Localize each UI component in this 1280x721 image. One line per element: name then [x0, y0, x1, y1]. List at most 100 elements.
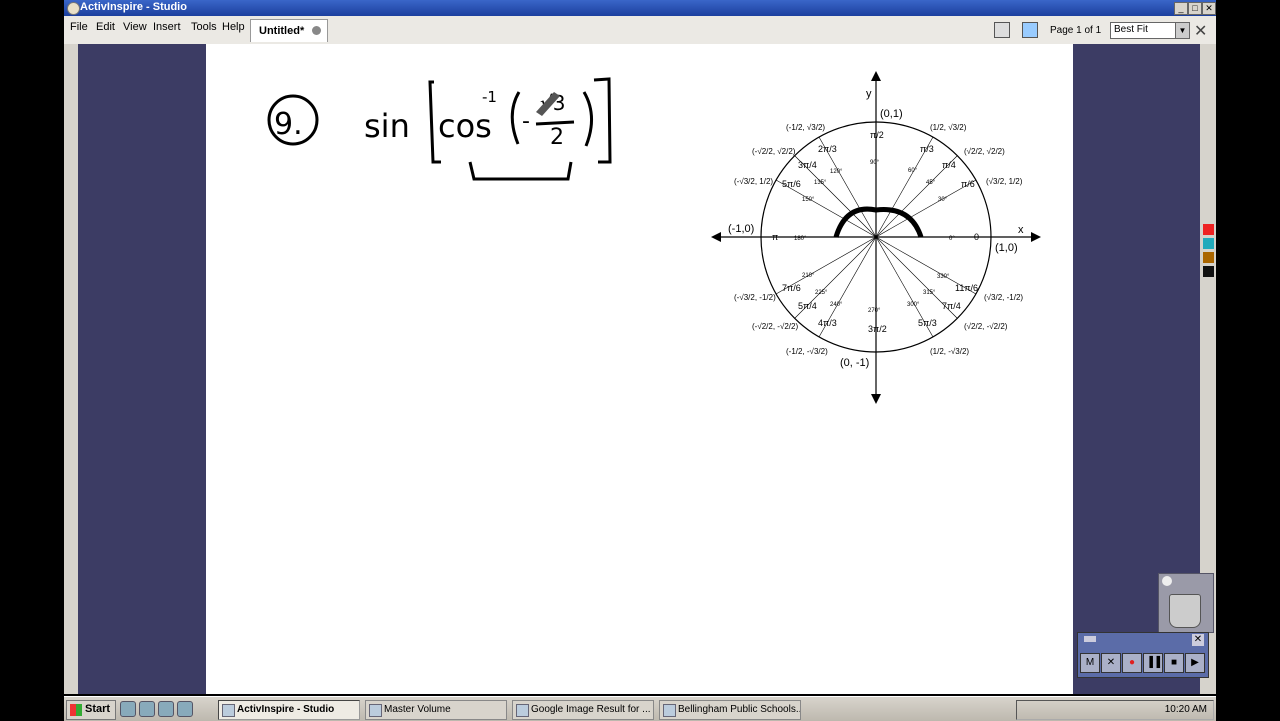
swatch-brown[interactable] [1203, 252, 1214, 263]
coord-label: (-√2/2, √2/2) [752, 147, 796, 156]
deg-label: 60° [908, 168, 918, 174]
stop-button[interactable]: ■ [1164, 653, 1184, 673]
left-scroll-strip[interactable] [64, 44, 78, 694]
deg-label: 330° [937, 274, 950, 280]
coord-label: (-√2/2, -√2/2) [752, 322, 798, 331]
canvas-drawing: 9. sin cos -1 - √3 2 y x [267, 71, 1041, 404]
close-button[interactable]: ✕ [1202, 2, 1216, 15]
menu-bar: File Edit View Insert Tools Help Untitle… [64, 16, 1216, 45]
recorder-close-icon[interactable]: ✕ [1192, 634, 1204, 646]
exponent-text: -1 [482, 88, 497, 106]
ie-icon[interactable] [120, 701, 136, 717]
task-master-volume[interactable]: Master Volume [365, 700, 507, 720]
rad-label: 3π/4 [798, 160, 817, 170]
windows-logo-icon [70, 704, 82, 716]
deg-label: 30° [938, 197, 948, 203]
denominator-text: 2 [550, 125, 564, 150]
trash-panel [1158, 573, 1214, 633]
menu-view[interactable]: View [123, 21, 147, 33]
left-pane [78, 44, 206, 694]
rad-label: 4π/3 [818, 318, 837, 328]
panel-grip-icon[interactable] [1084, 636, 1096, 642]
recorder-menu-button[interactable]: M [1080, 653, 1100, 673]
minimize-button[interactable]: _ [1174, 2, 1188, 15]
y-arrow-up [871, 71, 881, 81]
system-tray: 10:20 AM [1016, 700, 1214, 720]
flipchart-canvas[interactable]: 9. sin cos -1 - √3 2 y x [206, 44, 1073, 694]
menu-tools[interactable]: Tools [191, 21, 217, 33]
rad-label: π/4 [942, 160, 956, 170]
zoom-select[interactable]: Best Fit ▼ [1110, 22, 1190, 39]
coord-left: (-1,0) [728, 223, 754, 235]
coord-label: (-√3/2, -1/2) [734, 293, 776, 302]
coord-label: (-1/2, √3/2) [786, 123, 825, 132]
page-indicator: Page 1 of 1 [1050, 25, 1102, 36]
angle-left: π [772, 232, 778, 242]
recorder-cancel-button[interactable]: ✕ [1101, 653, 1121, 673]
swatch-black[interactable] [1203, 266, 1214, 277]
start-label: Start [85, 703, 111, 715]
menu-file[interactable]: File [70, 21, 88, 33]
panel-pin-icon[interactable] [1162, 576, 1172, 586]
page-view-icon[interactable] [994, 22, 1010, 38]
app-icon[interactable] [67, 2, 80, 15]
task-google-image[interactable]: Google Image Result for ... [512, 700, 654, 720]
x-arrow-left [711, 232, 721, 242]
task-label: Bellingham Public Schools... [678, 704, 801, 715]
rad-label: 7π/6 [782, 283, 801, 293]
clock[interactable]: 10:20 AM [1165, 704, 1207, 715]
menu-edit[interactable]: Edit [96, 21, 115, 33]
record-button[interactable]: ● [1122, 653, 1142, 673]
rad-label: 2π/3 [818, 144, 837, 154]
deg-label: 0° [949, 236, 955, 242]
right-bracket [593, 77, 612, 164]
deg-label: 210° [802, 273, 815, 279]
tab-label: Untitled* [259, 25, 305, 37]
folder-icon[interactable] [139, 701, 155, 717]
title-bar: ActivInspire - Studio _ □ ✕ [64, 0, 1216, 16]
coord-label: (√3/2, -1/2) [984, 293, 1023, 302]
angle-right: 0 [974, 232, 979, 242]
start-button[interactable]: Start [66, 700, 116, 720]
coord-label: (√2/2, -√2/2) [964, 322, 1008, 331]
coord-label: (-1/2, -√3/2) [786, 347, 828, 356]
coord-label: (√2/2, √2/2) [964, 147, 1005, 156]
task-bellingham[interactable]: Bellingham Public Schools... [659, 700, 801, 720]
quicklaunch-icon[interactable] [158, 701, 174, 717]
coord-label: (√3/2, 1/2) [986, 177, 1023, 186]
axis-y-label: y [866, 88, 872, 100]
coord-right: (1,0) [995, 242, 1018, 254]
coord-label: (1/2, √3/2) [930, 123, 967, 132]
quicklaunch-icon[interactable] [177, 701, 193, 717]
maximize-button[interactable]: □ [1188, 2, 1202, 15]
unit-circle: y x (0,1) (0, -1) (-1,0) (1,0) π/2 3π/2 … [711, 71, 1041, 404]
collapse-icon[interactable]: ✕ [1194, 21, 1207, 41]
task-label: ActivInspire - Studio [237, 704, 335, 715]
trash-icon[interactable] [1169, 594, 1201, 628]
app-icon [222, 704, 235, 717]
pause-button[interactable]: ▐▐ [1143, 653, 1163, 673]
ie-icon [516, 704, 529, 717]
coord-label: (-√3/2, 1/2) [734, 177, 773, 186]
cos-text: cos [438, 107, 492, 145]
task-activinspire[interactable]: ActivInspire - Studio [218, 700, 360, 720]
left-paren [510, 91, 521, 145]
recorder-panel: ✕ M ✕ ● ▐▐ ■ ▶ [1077, 632, 1209, 678]
tab-untitled[interactable]: Untitled* [250, 19, 328, 42]
deg-label: 45° [926, 180, 936, 186]
swatch-red[interactable] [1203, 224, 1214, 235]
volume-icon [369, 704, 382, 717]
menu-insert[interactable]: Insert [153, 21, 181, 33]
play-button[interactable]: ▶ [1185, 653, 1205, 673]
tab-close-icon[interactable] [312, 26, 321, 35]
underbrace [468, 161, 573, 181]
axis-x-label: x [1018, 224, 1024, 236]
taskbar: Start ActivInspire - Studio Master Volum… [64, 696, 1216, 721]
coord-bottom: (0, -1) [840, 357, 869, 369]
toolbox-icon[interactable] [1022, 22, 1038, 38]
rad-label: 7π/4 [942, 301, 961, 311]
swatch-teal[interactable] [1203, 238, 1214, 249]
sin-text: sin [364, 107, 410, 145]
menu-help[interactable]: Help [222, 21, 245, 33]
deg-label: 135° [814, 180, 827, 186]
